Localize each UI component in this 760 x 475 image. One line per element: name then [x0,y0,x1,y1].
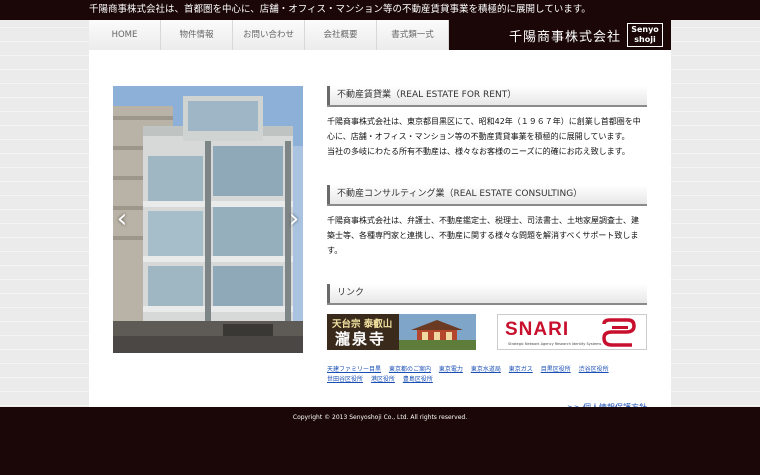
logo-mark-line1: Senyo [631,25,659,34]
section-links: リンク [327,284,647,303]
link-item[interactable]: 豊島区役所 [403,376,433,383]
link-item[interactable]: 世田谷区役所 [327,376,363,383]
snar-subtitle: Strategic Network Agency Research Identi… [508,342,602,346]
consulting-line-2: 築士等、各種専門家と連携し、不動産に関する様々な問題を解消すべくサポート致しま [327,231,639,240]
consulting-line-1: 千陽商事株式会社は、弁護士、不動産鑑定士、税理士、司法書士、土地家屋調査士、建 [327,216,639,225]
snar-banner[interactable]: SNARI Strategic Network Agency Research … [497,314,647,350]
site-logo[interactable]: 千陽商事株式会社 Senyo shoji [449,20,671,50]
link-item[interactable]: 東京都のご案内 [389,366,431,373]
page-container: HOME 物件情報 お問い合わせ 会社概要 書式類一式 千陽商事株式会社 Sen… [89,20,671,412]
snar-logo-text: SNARI [505,319,570,340]
rent-line-3: 当社の多岐にわたる所有不動産は、様々なお客様のニーズに的確にお応え致します。 [327,147,630,156]
building-slideshow: ‹ › [113,86,303,353]
nav-home[interactable]: HOME [89,20,161,50]
nav-properties[interactable]: 物件情報 [161,20,233,50]
tagline-text: 千陽商事株式会社は、首都圏を中心に、店舗・オフィス・マンション等の不動産賃貸事業… [89,4,591,15]
link-item[interactable]: 渋谷区役所 [579,366,609,373]
building-photo [113,86,303,353]
link-item[interactable]: 東京ガス [509,366,533,373]
main-nav: HOME 物件情報 お問い合わせ 会社概要 書式類一式 千陽商事株式会社 Sen… [89,20,671,50]
copyright-text: Copyright © 2013 Senyoshoji Co., Ltd. Al… [292,414,468,421]
banner-row: 天台宗 泰叡山 瀧泉寺 SNARI Strategic Network Agen… [327,314,647,350]
logo-text: 千陽商事株式会社 [508,29,621,45]
section-consulting: 不動産コンサルティング業（REAL ESTATE CONSULTING） 千陽商… [327,185,647,258]
link-item[interactable]: 東京水道局 [471,366,501,373]
temple-banner[interactable]: 天台宗 泰叡山 瀧泉寺 [327,314,476,350]
slider-prev-icon[interactable]: ‹ [115,204,129,234]
top-tagline-bar: 千陽商事株式会社は、首都圏を中心に、店舗・オフィス・マンション等の不動産賃貸事業… [0,0,760,20]
main-content: 不動産賃貸業（REAL ESTATE FOR RENT） 千陽商事株式会社は、東… [327,86,647,412]
external-links: 天建ファミリー目黒 東京都のご案内 東京電力 東京水道局 東京ガス 目黒区役所 … [327,365,647,385]
link-item[interactable]: 天建ファミリー目黒 [327,366,381,373]
link-item[interactable]: 東京電力 [439,366,463,373]
logo-mark: Senyo shoji [627,23,663,47]
consulting-line-3: す。 [327,246,343,255]
nav-company[interactable]: 会社概要 [305,20,377,50]
slider-next-icon[interactable]: › [287,204,301,234]
footer: Copyright © 2013 Senyoshoji Co., Ltd. Al… [0,407,760,475]
section-text-consulting: 千陽商事株式会社は、弁護士、不動産鑑定士、税理士、司法書士、土地家屋調査士、建 … [327,213,647,258]
section-heading-links: リンク [327,284,647,303]
section-text-rent: 千陽商事株式会社は、東京都目黒区にて、昭和42年（１９６７年）に創業し首都圏を中… [327,114,647,159]
nav-forms[interactable]: 書式類一式 [377,20,449,50]
rent-line-2: 心に、店舗・オフィス・マンション等の不動産賃貸事業を積極的に展開しています。 [327,132,630,141]
section-rent: 不動産賃貸業（REAL ESTATE FOR RENT） 千陽商事株式会社は、東… [327,86,647,159]
snar-mark-icon [602,318,636,347]
temple-name: 瀧泉寺 [335,330,387,348]
section-heading-rent: 不動産賃貸業（REAL ESTATE FOR RENT） [327,86,647,105]
rent-line-1: 千陽商事株式会社は、東京都目黒区にて、昭和42年（１９６７年）に創業し首都圏を中 [327,117,641,126]
logo-mark-line2: shoji [634,35,656,44]
section-heading-consulting: 不動産コンサルティング業（REAL ESTATE CONSULTING） [327,185,647,204]
link-item[interactable]: 目黒区役所 [541,366,571,373]
link-item[interactable]: 港区役所 [371,376,395,383]
nav-contact[interactable]: お問い合わせ [233,20,305,50]
